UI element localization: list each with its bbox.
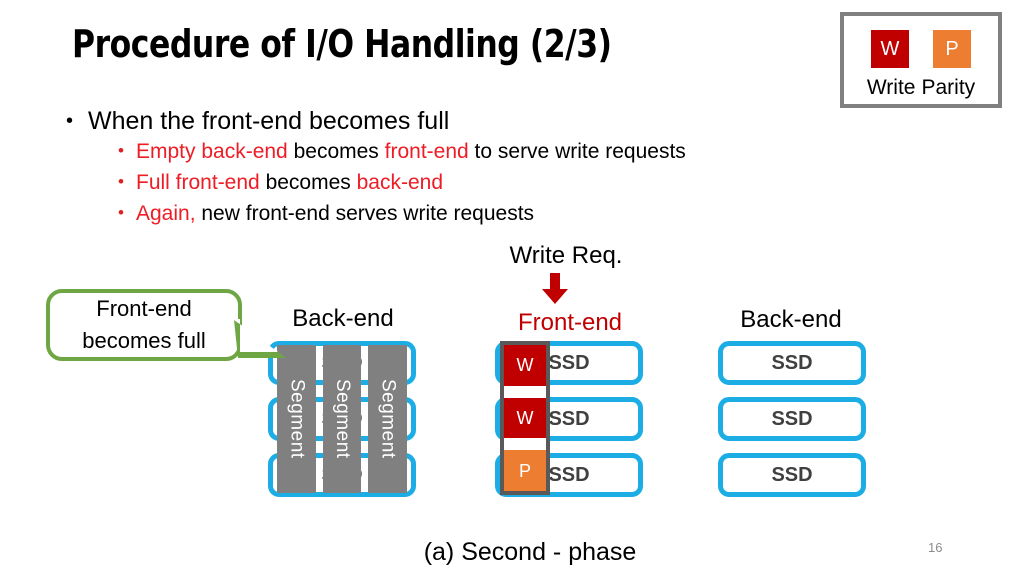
ssd-label: SSD xyxy=(771,463,813,486)
ssd-label: SSD xyxy=(771,351,813,374)
frontend-block-column: W W P xyxy=(500,341,550,495)
bullet-main: When the front-end becomes full xyxy=(66,106,826,136)
bullet-text-run: front-end xyxy=(384,140,469,163)
callout-tail-icon xyxy=(233,319,286,358)
segment-column-3: Segment xyxy=(368,345,408,493)
legend-box: W P Write Parity xyxy=(840,12,1002,108)
column-title-front-end: Front-end xyxy=(517,309,623,336)
bullet-list: When the front-end becomes full Empty ba… xyxy=(66,106,826,229)
write-block-2: W xyxy=(504,397,546,439)
bullet-text-run: becomes xyxy=(259,171,357,194)
bullet-text-run: to serve write requests xyxy=(468,140,686,163)
block-gap-2 xyxy=(504,438,546,451)
bullet-sub-2: Full front-end becomes back-end xyxy=(118,167,826,198)
ssd-label: SSD xyxy=(548,463,590,486)
ssd-label: SSD xyxy=(771,407,813,430)
bullet-sub-1: Empty back-end becomes front-end to serv… xyxy=(118,136,826,167)
segment-label: Segment xyxy=(332,379,353,459)
legend-chips: W P xyxy=(844,30,998,68)
bullet-text-run: Full front-end xyxy=(136,171,260,194)
bullet-sub-3: Again, new front-end serves write reques… xyxy=(118,198,826,229)
legend-write-label: Write xyxy=(866,76,916,99)
bullet-text-run: Empty back-end xyxy=(136,140,288,163)
write-request-label: Write Req. xyxy=(509,242,623,269)
legend-parity-chip: P xyxy=(933,30,971,68)
callout-line-2: becomes full xyxy=(82,328,206,353)
bullet-text-run: back-end xyxy=(356,171,444,194)
parity-block-1: P xyxy=(504,450,546,491)
legend-labels: Write Parity xyxy=(844,76,998,100)
segment-label: Segment xyxy=(377,379,399,459)
ssd-box-backend-right-2[interactable]: SSD xyxy=(718,397,866,441)
ssd-box-backend-right-1[interactable]: SSD xyxy=(718,341,866,385)
bullet-text-run: new front-end serves write requests xyxy=(195,202,535,225)
ssd-label: SSD xyxy=(548,351,590,374)
bullet-text-run: becomes xyxy=(287,140,385,163)
callout-bubble: Front-end becomes full xyxy=(46,289,242,361)
segment-column-2: Segment xyxy=(322,345,362,493)
write-block-1: W xyxy=(504,345,546,386)
ssd-label: SSD xyxy=(548,407,590,430)
legend-parity-label: Parity xyxy=(921,76,976,99)
segment-overlay: Segment Segment Segment xyxy=(277,345,408,493)
figure-caption: (a) Second - phase xyxy=(423,538,637,566)
segment-column-1: Segment xyxy=(277,345,316,493)
bullet-main-text: When the front-end becomes full xyxy=(88,107,450,135)
ssd-box-backend-right-3[interactable]: SSD xyxy=(718,453,866,497)
bullet-text-run: Again, xyxy=(136,202,196,225)
segment-label: Segment xyxy=(286,379,308,459)
column-title-back-end-right: Back-end xyxy=(740,306,842,333)
page-number: 16 xyxy=(928,540,943,555)
callout-line-1: Front-end xyxy=(96,296,192,321)
legend-write-chip: W xyxy=(871,30,909,68)
block-gap-1 xyxy=(504,385,546,398)
page-title: Procedure of I/O Handling (2/3) xyxy=(72,22,612,66)
down-arrow-icon xyxy=(542,273,568,304)
